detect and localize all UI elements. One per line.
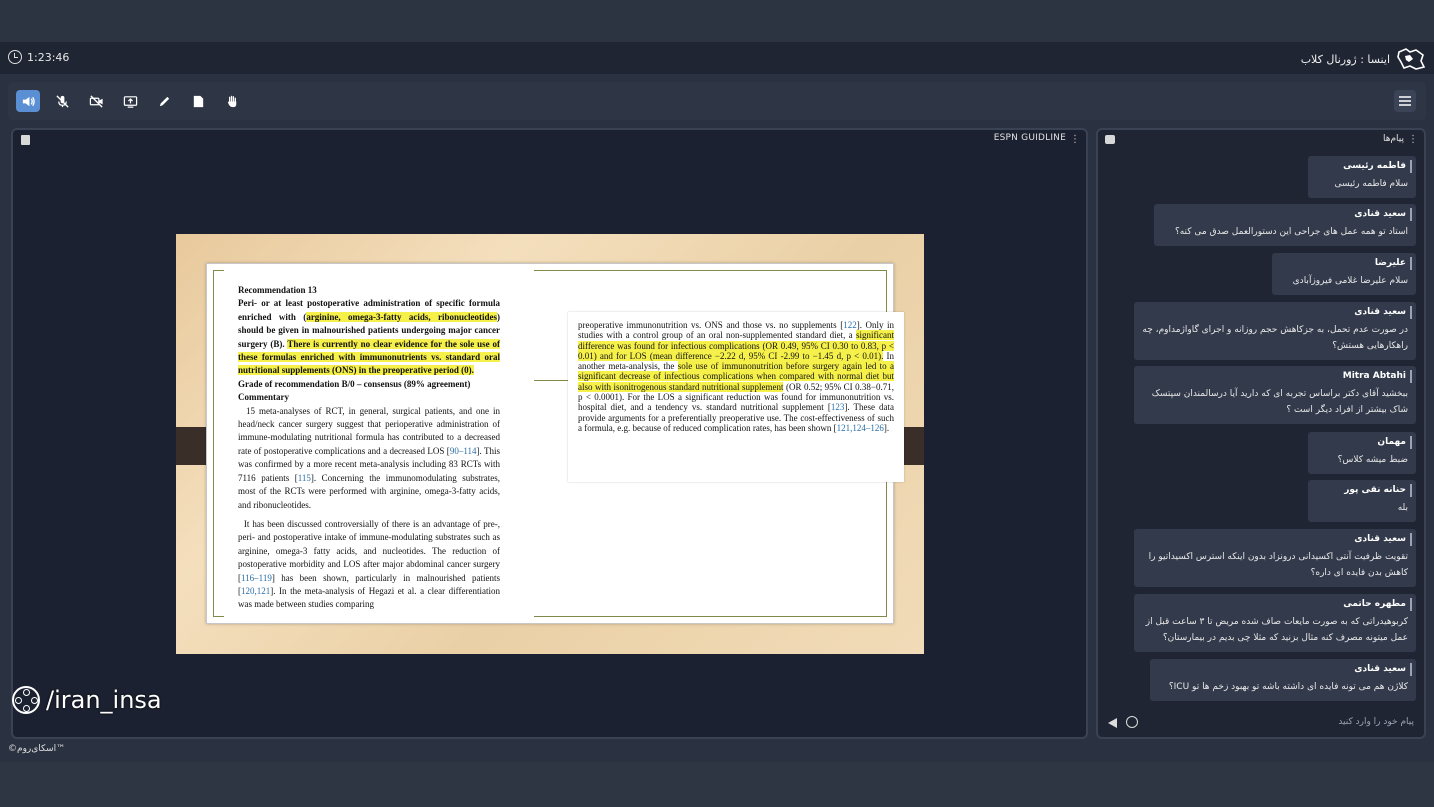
document-button[interactable] (186, 90, 210, 112)
message-text: در صورت عدم تحمل، به جزکاهش حجم روزانه و… (1142, 325, 1408, 351)
message-text: ضبط میشه کلاس؟ (1337, 455, 1408, 465)
top-band (0, 0, 1434, 42)
session-timer: 1:23:46 (8, 50, 69, 64)
message-sender: Mitra Abtahi (1142, 370, 1412, 383)
chat-message: سعید قنادی در صورت عدم تحمل، به جزکاهش ح… (1134, 302, 1416, 360)
document-icon (193, 95, 203, 107)
message-text: استاد تو همه عمل های جراحی این دستورالعم… (1174, 227, 1408, 237)
chat-message: مهمان ضبط میشه کلاس؟ (1308, 432, 1416, 474)
chat-header: پیام‌ها ⋮ (1098, 130, 1424, 152)
app-title: اینسا : ژورنال کلاب (1301, 46, 1426, 72)
slide-tab-right (904, 427, 924, 465)
message-sender: سعید قنادی (1142, 533, 1412, 546)
reference-link[interactable]: 90–114 (450, 446, 477, 456)
hamburger-icon (1399, 96, 1411, 106)
reference-link[interactable]: 120,121 (241, 586, 270, 596)
chat-message: علیرضا سلام علیرضا غلامی فیروزآبادی (1272, 253, 1416, 295)
camera-button[interactable] (84, 90, 108, 112)
message-sender: سعید قنادی (1142, 306, 1412, 319)
reference-link[interactable]: 116–119 (241, 573, 272, 583)
message-sender: حنانه نقی پور (1316, 484, 1412, 497)
right-page-text: preoperative immunonutrition vs. ONS and… (568, 312, 904, 482)
presentation-slide: Recommendation 13 Peri- or at least post… (176, 234, 924, 654)
raise-hand-button[interactable] (220, 90, 244, 112)
message-text: بله (1397, 503, 1408, 513)
right-text-f: ]. (883, 422, 890, 433)
commentary-heading: Commentary (238, 392, 289, 403)
camera-off-icon (89, 94, 103, 108)
chat-message: مطهره حاتمی کربوهیدراتی که به صورت مایعا… (1134, 594, 1416, 652)
chat-kebab-icon[interactable]: ⋮ (1408, 134, 1418, 145)
chat-panel: پیام‌ها ⋮ فاطمه رئیسی سلام فاطمه رئیسی س… (1096, 128, 1426, 739)
presentation-title: ESPN GUIDLINE (993, 133, 1066, 143)
rec-highlight-1: arginine, omega-3-fatty acids, ribonucle… (306, 311, 498, 322)
reference-link[interactable]: 121,124–126 (837, 423, 884, 433)
film-reel-icon (12, 686, 40, 714)
watermark: /iran_insa (12, 686, 162, 714)
footer-copyright: ©اسکای‌روم™ (8, 744, 66, 754)
speaker-button[interactable] (16, 90, 40, 112)
presentation-panel: ESPN GUIDLINE ⋮ Recommendation 13 Peri- … (11, 128, 1088, 739)
share-screen-icon (123, 95, 137, 108)
message-text: کلاژن هم می تونه فایده ای داشته باشه تو … (1168, 682, 1408, 692)
chat-message: سعید قنادی تقویت ظرفیت آنتی اکسیدانی درو… (1134, 529, 1416, 587)
title-bar (0, 42, 1434, 74)
pen-button[interactable] (152, 90, 176, 112)
message-sender: سعید قنادی (1158, 663, 1412, 676)
right-text-a: preoperative immunonutrition vs. ONS and… (578, 320, 844, 330)
send-icon[interactable] (1108, 718, 1117, 728)
mic-off-icon (55, 94, 69, 108)
chat-input-field[interactable]: پیام خود را وارد کنید (1104, 713, 1418, 735)
timer-text: 1:23:46 (27, 50, 70, 64)
message-text: تقویت ظرفیت آنتی اکسیدانی درونزاد بدون ا… (1148, 552, 1408, 578)
clock-icon (8, 50, 22, 64)
message-sender: فاطمه رئیسی (1316, 160, 1412, 173)
speaker-icon (22, 96, 35, 106)
chat-input-placeholder: پیام خود را وارد کنید (1338, 717, 1414, 727)
message-sender: مطهره حاتمی (1142, 598, 1412, 611)
left-page-text: Recommendation 13 Peri- or at least post… (238, 284, 501, 612)
commentary-p2-c: ]. In the meta-analysis of Hegazi et al.… (238, 585, 500, 610)
share-screen-button[interactable] (118, 90, 142, 112)
pen-icon (159, 96, 169, 106)
message-text: ببخشید آقای دکتر براساس تجربه ای که داری… (1151, 389, 1408, 415)
chat-message: فاطمه رئیسی سلام فاطمه رئیسی (1308, 156, 1416, 198)
chat-title: پیام‌ها (1382, 134, 1404, 144)
grade-line: Grade of recommendation B/0 – consensus … (238, 378, 471, 389)
hand-icon (227, 95, 236, 107)
message-sender: علیرضا (1280, 257, 1412, 270)
chat-message: سعید قنادی کلاژن هم می تونه فایده ای داش… (1150, 659, 1416, 701)
app-title-text: اینسا : ژورنال کلاب (1300, 52, 1390, 66)
watermark-text: /iran_insa (46, 686, 162, 714)
chat-message: سعید قنادی استاد تو همه عمل های جراحی ای… (1154, 204, 1416, 246)
reference-link[interactable]: 123 (831, 402, 845, 412)
chat-message: حنانه نقی پور بله (1308, 480, 1416, 522)
insa-logo-icon (1397, 48, 1426, 70)
toolbar (8, 82, 1426, 120)
message-text: سلام علیرضا غلامی فیروزآبادی (1292, 276, 1408, 286)
message-text: سلام فاطمه رئیسی (1334, 179, 1408, 189)
chat-message: Mitra Abtahi ببخشید آقای دکتر براساس تجر… (1134, 366, 1416, 424)
reference-link[interactable]: 122 (843, 320, 857, 330)
document-icon[interactable] (21, 135, 30, 145)
recommendation-heading: Recommendation 13 (238, 285, 317, 295)
bottom-band (0, 762, 1434, 807)
message-text: کربوهیدراتی که به صورت مایعات صاف شده مر… (1145, 617, 1408, 643)
message-sender: مهمان (1316, 436, 1412, 449)
emoji-icon[interactable] (1126, 716, 1138, 728)
chat-bubble-icon (1105, 135, 1115, 144)
slide-connector (534, 380, 568, 381)
mic-button[interactable] (50, 90, 74, 112)
hamburger-menu-button[interactable] (1394, 90, 1416, 112)
message-sender: سعید قنادی (1162, 208, 1412, 221)
presentation-kebab-icon[interactable]: ⋮ (1070, 134, 1080, 145)
reference-link[interactable]: 115 (298, 473, 311, 483)
presentation-header: ESPN GUIDLINE ⋮ (13, 130, 1086, 152)
